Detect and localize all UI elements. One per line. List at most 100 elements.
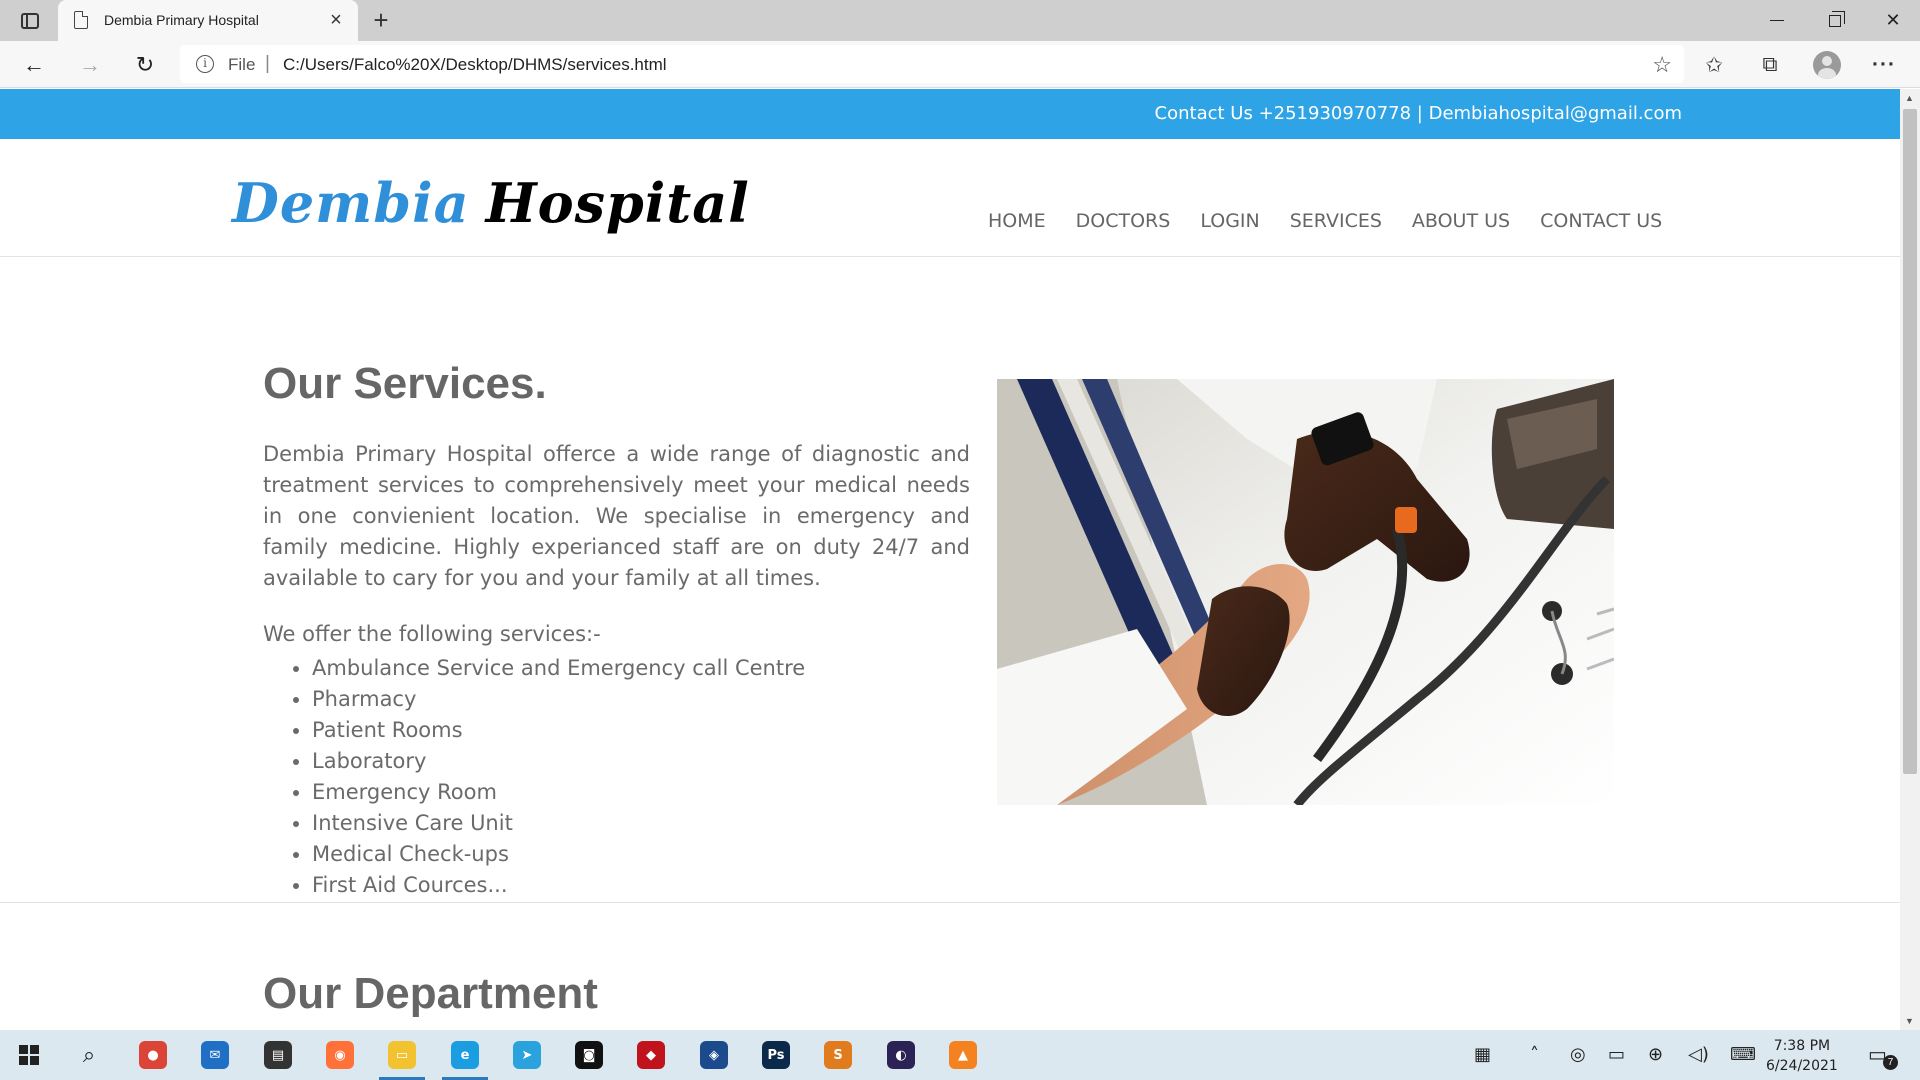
site-logo[interactable]: Dembia Hospital [232,171,750,235]
section-divider [0,902,1900,903]
services-heading: Our Services. [263,359,547,408]
collections-icon[interactable]: ⧉ [1753,48,1787,82]
service-item: Medical Check-ups [312,839,805,870]
nav-contact-us[interactable]: CONTACT US [1540,210,1662,232]
page-scrollbar[interactable]: ▲ ▼ [1900,89,1920,1030]
edge-icon: e [451,1041,479,1069]
notification-count-badge: 7 [1883,1055,1898,1070]
taskbar-eclipse-button[interactable]: ◐ [884,1038,918,1072]
nav-login[interactable]: LOGIN [1200,210,1259,232]
eclipse-icon: ◐ [887,1041,915,1069]
taskbar-vlc-button[interactable]: ▲ [946,1038,980,1072]
logo-word-hospital: Hospital [485,171,750,235]
window-restore-button[interactable] [1806,0,1864,41]
service-item: Intensive Care Unit [312,808,805,839]
vlc-icon: ▲ [949,1041,977,1069]
service-item: Pharmacy [312,684,805,715]
taskbar-photoshop-button[interactable]: Ps [759,1038,793,1072]
nav-home[interactable]: HOME [988,210,1046,232]
window-minimize-button[interactable] [1748,0,1806,41]
clock-time: 7:38 PM [1773,1038,1831,1054]
topbar-contact-info: Contact Us +251930970778 | Dembiahospita… [1154,103,1682,124]
page-viewport: Contact Us +251930970778 | Dembiahospita… [0,89,1900,1030]
browser-titlebar: Dembia Primary Hospital × + ✕ [0,0,1920,41]
news-widget-icon[interactable]: ▦ [1474,1044,1491,1065]
file-explorer-icon: ▭ [388,1041,416,1069]
forward-button[interactable]: → [72,47,108,83]
department-heading: Our Department [263,969,598,1018]
system-clock[interactable]: 7:38 PM 6/24/2021 [1766,1036,1838,1076]
avatar-icon [1813,51,1841,79]
page-icon [74,11,88,29]
taskbar-screen-recorder-button[interactable]: ◙ [572,1038,606,1072]
taskbar-sublime-text-button[interactable]: S [821,1038,855,1072]
show-hidden-icons-icon[interactable]: ˄ [1530,1044,1539,1065]
taskbar-telegram-button[interactable]: ➤ [510,1038,544,1072]
security-app-icon: ◈ [700,1041,728,1069]
screen-recorder-icon: ◙ [575,1041,603,1069]
browser-tab[interactable]: Dembia Primary Hospital × [58,0,358,41]
taskbar-edge-button[interactable]: e [442,1038,488,1080]
photo-illustration [997,379,1614,805]
blood-pressure-photo [997,379,1614,805]
photoshop-icon: Ps [762,1041,790,1069]
taskbar-mail-button[interactable]: ✉ [198,1038,232,1072]
address-protocol: File [228,55,256,74]
site-header: Dembia Hospital HOME DOCTORS LOGIN SERVIC… [0,139,1900,257]
scrollbar-thumb[interactable] [1903,109,1917,774]
taskbar-security-app-button[interactable]: ◈ [697,1038,731,1072]
back-button[interactable]: ← [16,47,52,83]
add-favorite-icon[interactable]: ☆ [1652,52,1672,78]
address-bar[interactable]: i File | C:/Users/Falco%20X/Desktop/DHMS… [180,45,1684,83]
telegram-icon: ➤ [513,1041,541,1069]
browser-toolbar: ← → ↻ i File | C:/Users/Falco%20X/Deskto… [0,41,1920,88]
taskbar-file-explorer-button[interactable]: ▭ [379,1038,425,1080]
taskbar-shield-app-button[interactable]: ◆ [634,1038,668,1072]
meet-now-icon[interactable]: ◎ [1570,1044,1586,1065]
nav-services[interactable]: SERVICES [1290,210,1382,232]
start-button[interactable] [12,1038,46,1072]
contact-topbar: Contact Us +251930970778 | Dembiahospita… [0,89,1900,139]
mail-icon: ✉ [201,1041,229,1069]
network-icon[interactable]: ⊕ [1648,1044,1663,1065]
taskbar-chrome-button[interactable]: ● [136,1038,170,1072]
address-url[interactable]: C:/Users/Falco%20X/Desktop/DHMS/services… [283,55,667,75]
info-icon[interactable]: i [196,55,214,73]
address-separator: | [265,53,270,74]
more-menu-button[interactable]: ··· [1867,48,1901,82]
windows-taskbar: ⌕ ● ✉ ▤ ◉ ▭ e ➤ ◙ ◆ ◈ Ps S ◐ ▲ ▦ ˄ ◎ ▭ ⊕ ◁) ⌨ 7:38 PM… [0,1030,1920,1080]
taskbar-firefox-button[interactable]: ◉ [323,1038,357,1072]
logo-word-dembia: Dembia [232,171,470,235]
reload-button[interactable]: ↻ [127,47,163,83]
minimize-icon [1770,19,1784,22]
window-close-button[interactable]: ✕ [1864,0,1920,41]
tab-actions-icon [21,13,39,29]
volume-icon[interactable]: ◁) [1688,1044,1709,1065]
windows-logo-icon [19,1045,39,1065]
profile-avatar[interactable] [1810,48,1844,82]
taskbar-store-button[interactable]: ▤ [261,1038,295,1072]
store-icon: ▤ [264,1041,292,1069]
search-icon[interactable]: ⌕ [72,1038,106,1072]
shield-app-icon: ◆ [637,1041,665,1069]
service-item: First Aid Cources... [312,870,805,901]
service-item: Laboratory [312,746,805,777]
sublime-text-icon: S [824,1041,852,1069]
nav-about-us[interactable]: ABOUT US [1412,210,1510,232]
scroll-down-icon[interactable]: ▼ [1905,1016,1914,1026]
favorites-icon[interactable]: ✩ [1697,48,1731,82]
notification-center-icon[interactable]: ▭ 7 [1868,1042,1898,1070]
battery-icon[interactable]: ▭ [1608,1044,1625,1065]
tab-close-button[interactable]: × [324,8,348,32]
clock-date: 6/24/2021 [1766,1058,1838,1074]
tab-title: Dembia Primary Hospital [104,12,259,28]
scroll-up-icon[interactable]: ▲ [1905,93,1914,103]
tab-actions-button[interactable] [14,8,46,34]
services-list-intro: We offer the following services:- [263,622,601,646]
services-description: Dembia Primary Hospital offerce a wide r… [263,442,970,590]
keyboard-icon[interactable]: ⌨ [1730,1044,1756,1065]
service-item: Ambulance Service and Emergency call Cen… [312,653,805,684]
nav-doctors[interactable]: DOCTORS [1076,210,1171,232]
new-tab-button[interactable]: + [366,5,396,35]
firefox-icon: ◉ [326,1041,354,1069]
